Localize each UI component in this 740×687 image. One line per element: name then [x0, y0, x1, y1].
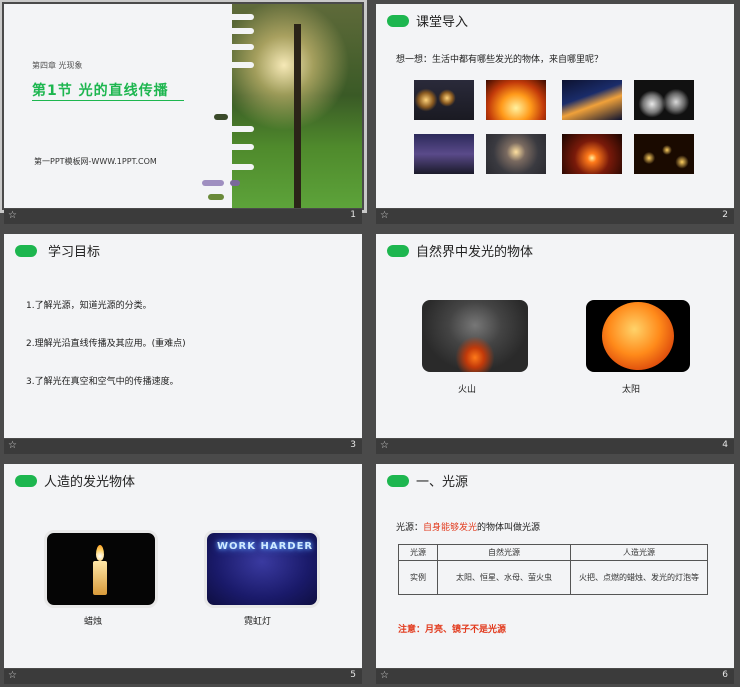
green-pill-icon	[387, 245, 409, 257]
star-icon[interactable]: ☆	[380, 670, 389, 681]
title-underline	[32, 100, 184, 101]
smoke-spheres-image	[634, 80, 694, 120]
sunset-image	[562, 134, 622, 174]
item-label: 太阳	[622, 385, 641, 395]
table-header: 自然光源	[437, 544, 571, 561]
slide-thumbnail-6[interactable]: 一、光源 光源：自身能够发光的物体叫做光源 光源 自然光源 人造光源 实例 太阳…	[376, 464, 734, 686]
neon-sign-image: WORK HARDER	[204, 530, 320, 608]
slide-3-status-bar: ☆ 3	[4, 439, 362, 454]
candles-image	[634, 134, 694, 174]
star-icon[interactable]: ☆	[8, 210, 17, 221]
slide-title: 自然界中发光的物体	[416, 245, 534, 260]
table-header: 光源	[398, 544, 438, 561]
city-light-trails-image	[562, 80, 622, 120]
site-credit: 第一PPT模板网-WWW.1PPT.COM	[34, 157, 157, 166]
star-icon[interactable]: ☆	[8, 440, 17, 451]
definition-suffix: 的物体叫做光源	[477, 523, 541, 533]
slide-thumbnail-2[interactable]: 课堂导入 想一想：生活中都有哪些发光的物体，来自哪里呢？ ☆ 2	[376, 4, 734, 226]
sparkler-person-image	[486, 134, 546, 174]
note-text: 注意：月亮、镜子不是光源	[398, 625, 507, 635]
slide-thumbnail-1[interactable]: 第四章 光现象 第1节 光的直线传播 第一PPT模板网-WWW.1PPT.COM	[0, 0, 367, 226]
slide-6-canvas: 一、光源 光源：自身能够发光的物体叫做光源 光源 自然光源 人造光源 实例 太阳…	[376, 464, 734, 668]
slide-2-status-bar: ☆ 2	[376, 209, 734, 224]
green-pill-icon	[15, 475, 37, 487]
item-label: 霓虹灯	[244, 617, 272, 627]
slide-thumbnail-5[interactable]: 人造的发光物体 蜡烛 WORK HARDER 霓虹灯 ☆ 5	[4, 464, 362, 686]
slide-number: 2	[722, 210, 728, 220]
star-icon[interactable]: ☆	[8, 670, 17, 681]
volcano-image	[422, 300, 528, 372]
definition-text: 光源：自身能够发光的物体叫做光源	[396, 520, 540, 533]
fire-image	[486, 80, 546, 120]
chapter-label: 第四章 光现象	[32, 61, 83, 70]
decorative-dash-pattern	[202, 14, 254, 200]
definition-highlight: 自身能够发光	[423, 523, 478, 533]
artificial-sources-cell: 火把、点燃的蜡烛、发光的灯泡等	[570, 560, 708, 595]
slide-title: 一、光源	[416, 475, 469, 490]
green-pill-icon	[15, 245, 37, 257]
slide-4-canvas: 自然界中发光的物体 火山 太阳	[376, 234, 734, 438]
table-row-label: 实例	[398, 560, 438, 595]
string-lights-image	[414, 80, 474, 120]
goal-item: 2.理解光沿直线传播及其应用。(重难点)	[26, 339, 186, 349]
slide-4-status-bar: ☆ 4	[376, 439, 734, 454]
slide-2-canvas: 课堂导入 想一想：生活中都有哪些发光的物体，来自哪里呢？	[376, 4, 734, 208]
slide-5-status-bar: ☆ 5	[4, 669, 362, 684]
slide-title: 课堂导入	[416, 15, 469, 30]
sun-image	[586, 300, 690, 372]
slide-title: 学习目标	[48, 245, 101, 260]
lesson-title: 第1节 光的直线传播	[32, 83, 169, 99]
green-pill-icon	[387, 475, 409, 487]
slide-thumbnail-3[interactable]: 学习目标 1.了解光源，知道光源的分类。 2.理解光沿直线传播及其应用。(重难点…	[4, 234, 362, 456]
neon-text: WORK HARDER	[217, 541, 314, 552]
table-header: 人造光源	[570, 544, 708, 561]
green-pill-icon	[387, 15, 409, 27]
slide-number: 1	[350, 210, 356, 220]
slide-6-status-bar: ☆ 6	[376, 669, 734, 684]
natural-sources-cell: 太阳、恒星、水母、萤火虫	[437, 560, 571, 595]
slide-1-status-bar: ☆ 1	[4, 209, 362, 224]
slide-title: 人造的发光物体	[44, 475, 136, 490]
slide-number: 4	[722, 440, 728, 450]
star-icon[interactable]: ☆	[380, 210, 389, 221]
aurora-sky-image	[414, 134, 474, 174]
slide-3-canvas: 学习目标 1.了解光源，知道光源的分类。 2.理解光沿直线传播及其应用。(重难点…	[4, 234, 362, 438]
slide-number: 3	[350, 440, 356, 450]
item-label: 火山	[458, 385, 477, 395]
tree-trunk	[294, 24, 301, 208]
star-icon[interactable]: ☆	[380, 440, 389, 451]
question-text: 想一想：生活中都有哪些发光的物体，来自哪里呢？	[396, 55, 604, 65]
slide-1-canvas: 第四章 光现象 第1节 光的直线传播 第一PPT模板网-WWW.1PPT.COM	[0, 0, 367, 213]
goal-item: 3.了解光在真空和空气中的传播速度。	[26, 377, 179, 387]
light-source-table: 光源 自然光源 人造光源 实例 太阳、恒星、水母、萤火虫 火把、点燃的蜡烛、发光…	[398, 544, 708, 595]
item-label: 蜡烛	[84, 617, 103, 627]
slide-thumbnail-4[interactable]: 自然界中发光的物体 火山 太阳 ☆ 4	[376, 234, 734, 456]
definition-prefix: 光源：	[396, 523, 424, 533]
slide-5-canvas: 人造的发光物体 蜡烛 WORK HARDER 霓虹灯	[4, 464, 362, 668]
slide-number: 6	[722, 670, 728, 680]
goal-item: 1.了解光源，知道光源的分类。	[26, 301, 152, 311]
slide-number: 5	[350, 670, 356, 680]
candle-image	[44, 530, 158, 608]
